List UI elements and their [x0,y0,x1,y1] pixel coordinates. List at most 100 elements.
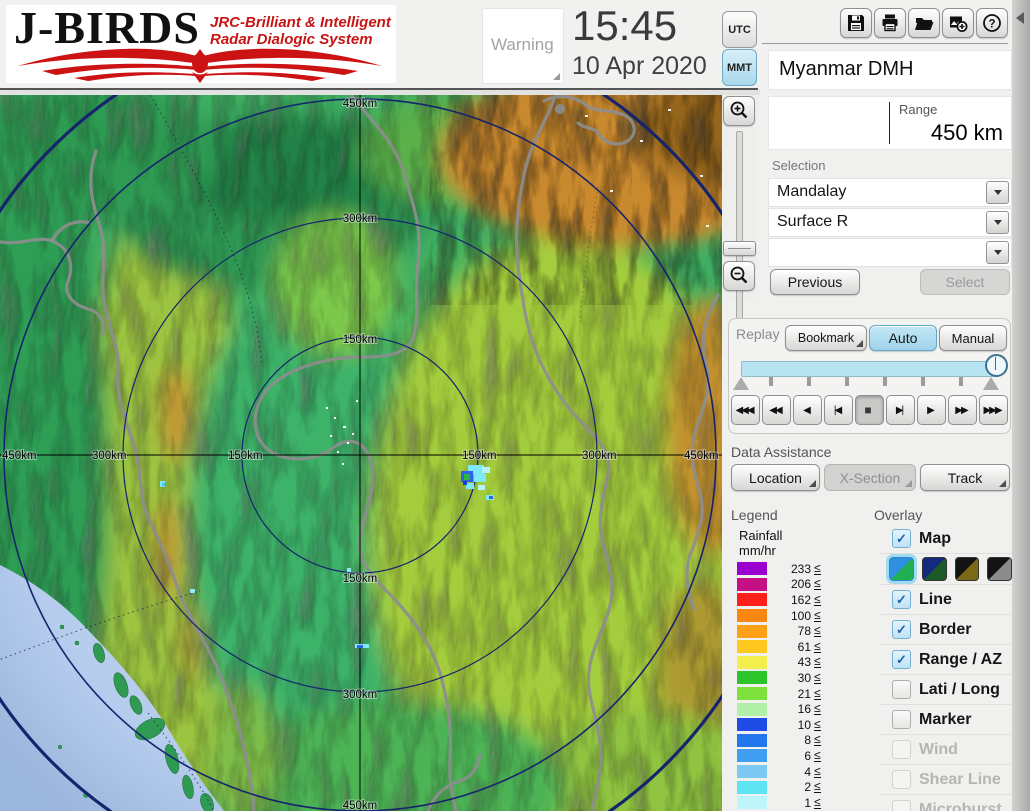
map-style-swatch-3[interactable] [954,557,980,581]
overlay-item-label: Border [919,620,972,638]
legend-value: 233 [790,561,811,576]
add-image-button[interactable] [942,8,974,38]
site-combo[interactable]: Mandalay [768,178,1012,207]
lati-long-checkbox[interactable] [892,680,911,699]
location-button[interactable]: Location [731,464,820,491]
legend-row: 4 ≤ [737,764,821,780]
legend-lte-symbol: ≤ [814,607,821,622]
overlay-row-microburst: Microburst [880,794,1012,811]
legend-lte-symbol: ≤ [814,638,821,653]
replay-slider-handle[interactable] [985,354,1008,377]
legend-value: 206 [790,577,811,592]
extra-combo-dropdown-button[interactable] [986,241,1009,264]
radar-map[interactable]: 450km 300km 150km 150km 300km 450km 450k… [0,18,810,811]
bookmark-button[interactable]: Bookmark [785,325,867,351]
slider-start-marker-icon[interactable] [733,377,749,390]
overlay-item-label: Marker [919,710,972,728]
logo-subtitle-line1: JRC-Brilliant & Intelligent [210,14,391,31]
chevron-down-icon [993,190,1002,195]
svg-text:300km: 300km [92,450,127,462]
map-style-swatch-4[interactable] [987,557,1012,581]
transport-step-back-button[interactable]: |◀ [824,395,853,425]
product-combo-value: Surface R [777,213,849,230]
mmt-button[interactable]: MMT [722,49,757,86]
replay-slider-track[interactable] [741,361,999,377]
svg-text:150km: 150km [343,573,378,585]
mmt-label: MMT [726,61,753,74]
open-folder-button[interactable] [908,8,940,38]
legend-value: 162 [790,592,811,607]
previous-button[interactable]: Previous [770,269,860,295]
legend-row: 16 ≤ [737,701,821,717]
slider-tick [959,377,963,386]
legend-value: 6 [804,748,811,763]
replay-label: Replay [736,326,780,342]
collapse-arrow-icon [1016,12,1024,24]
manual-button[interactable]: Manual [939,325,1007,351]
track-button[interactable]: Track [920,464,1010,491]
legend-color-swatch [737,780,767,794]
overlay-row-map: ✓ Map [880,524,1012,553]
panel-collapse-strip[interactable] [1012,0,1030,811]
transport-play-reverse-button[interactable]: ◀ [793,395,822,425]
auto-button[interactable]: Auto [869,325,937,351]
legend-color-swatch [737,577,767,591]
logo-subtitle: JRC-Brilliant & Intelligent Radar Dialog… [210,14,391,48]
print-button[interactable] [874,8,906,38]
product-combo[interactable]: Surface R [768,208,1012,237]
ne-mountain-texture [430,95,722,305]
select-button[interactable]: Select [920,269,1010,295]
extra-combo[interactable] [768,238,1012,267]
product-combo-dropdown-button[interactable] [986,211,1009,234]
zoom-out-button[interactable] [723,261,755,291]
station-name: Myanmar DMH [779,58,914,80]
site-combo-dropdown-button[interactable] [986,181,1009,204]
transport-forward-button[interactable]: ▶▶ [948,395,977,425]
utc-button[interactable]: UTC [722,11,757,48]
legend-title-line2: mm/hr [739,543,776,558]
marker-checkbox[interactable] [892,710,911,729]
save-button[interactable] [840,8,872,38]
legend-row: 100 ≤ [737,608,821,624]
transport-rewind-button[interactable]: ◀◀ [762,395,791,425]
slider-end-marker-icon[interactable] [983,377,999,390]
warning-selector[interactable]: Warning [482,8,564,84]
panel-divider [762,43,1008,44]
map-style-swatch-2[interactable] [921,557,947,581]
legend-lte-symbol: ≤ [814,591,821,606]
overlay-row-line: ✓ Line [880,584,1012,614]
svg-text:300km: 300km [343,213,378,225]
range-az-checkbox[interactable]: ✓ [892,650,911,669]
zoom-slider-track[interactable] [736,131,743,339]
x-section-label: X-Section [839,469,901,486]
overlay-row-shear-line: Shear Line [880,764,1012,794]
transport-step-forward-button[interactable]: ▶| [886,395,915,425]
map-style-swatch-1[interactable] [886,554,917,584]
legend-value: 2 [804,780,811,795]
menu-corner-icon [809,480,816,487]
menu-corner-icon [999,480,1006,487]
border-checkbox[interactable]: ✓ [892,620,911,639]
overlay-row-marker: Marker [880,704,1012,734]
transport-fast-rewind-button[interactable]: ◀◀◀ [731,395,760,425]
legend-value: 1 [804,795,811,810]
legend-row: 6 ≤ [737,748,821,764]
svg-text:450km: 450km [2,450,37,462]
help-button[interactable]: ? [976,8,1008,38]
zoom-slider-thumb[interactable] [723,241,756,256]
location-label: Location [749,469,802,486]
clock-date: 10 Apr 2020 [572,52,707,80]
overlay-row-wind: Wind [880,734,1012,764]
legend-color-swatch [737,640,767,654]
legend-lte-symbol: ≤ [814,685,821,700]
zoom-in-button[interactable] [723,96,755,126]
transport-fast-forward-button[interactable]: ▶▶▶ [979,395,1008,425]
legend-lte-symbol: ≤ [814,576,821,591]
map-checkbox[interactable]: ✓ [892,529,911,548]
line-checkbox[interactable]: ✓ [892,590,911,609]
overlay-list: ✓ Map ✓ Line ✓ Border ✓ Range / AZ Lati … [880,524,1012,811]
transport-play-button[interactable]: ▶ [917,395,946,425]
x-section-button[interactable]: X-Section [824,464,916,491]
transport-stop-button[interactable]: ■ [855,395,884,425]
zoom-out-icon [730,266,748,283]
